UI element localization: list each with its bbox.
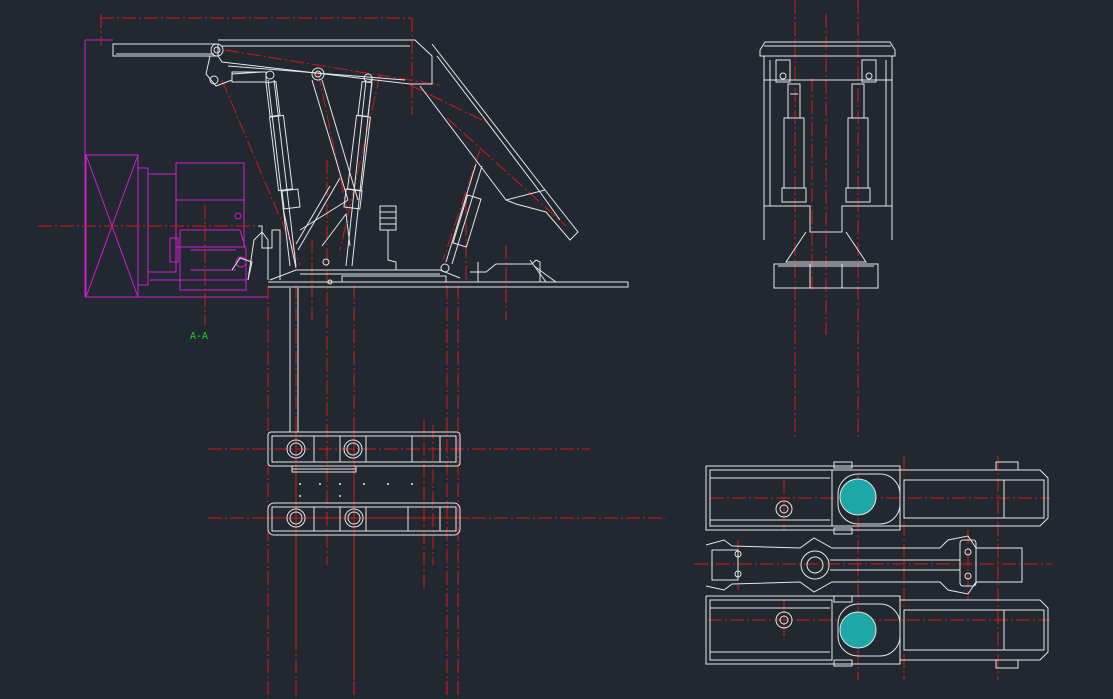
front-leg-left[interactable] <box>781 83 807 203</box>
front-view-centerlines <box>794 0 859 438</box>
canopy-beam[interactable] <box>112 39 433 87</box>
plan-view-centerlines <box>208 425 666 680</box>
caving-shield[interactable] <box>419 43 579 241</box>
canopy-plan-lower[interactable] <box>705 595 1049 669</box>
plan-dots <box>299 483 413 497</box>
section-label-a-a: A-A <box>190 331 208 342</box>
plan-view-base[interactable] <box>208 288 666 680</box>
canopy-plan-middle-link[interactable] <box>705 535 1023 595</box>
shield-jack[interactable] <box>440 163 483 273</box>
front-canopy <box>759 41 896 57</box>
plan-view-canopy[interactable] <box>694 456 1052 680</box>
drawing-svg: A-A <box>38 0 1052 699</box>
side-view-centerlines <box>38 14 567 699</box>
front-view[interactable] <box>759 0 896 438</box>
section-hatch-upper <box>839 478 877 516</box>
hydraulic-leg-front[interactable] <box>265 79 301 269</box>
side-elevation-view[interactable]: A-A <box>38 14 629 699</box>
base-assembly[interactable] <box>231 225 629 288</box>
cad-drawing-canvas[interactable]: A-A <box>0 0 1113 699</box>
section-hatch-lower <box>839 611 877 649</box>
valve-block[interactable] <box>379 205 397 270</box>
